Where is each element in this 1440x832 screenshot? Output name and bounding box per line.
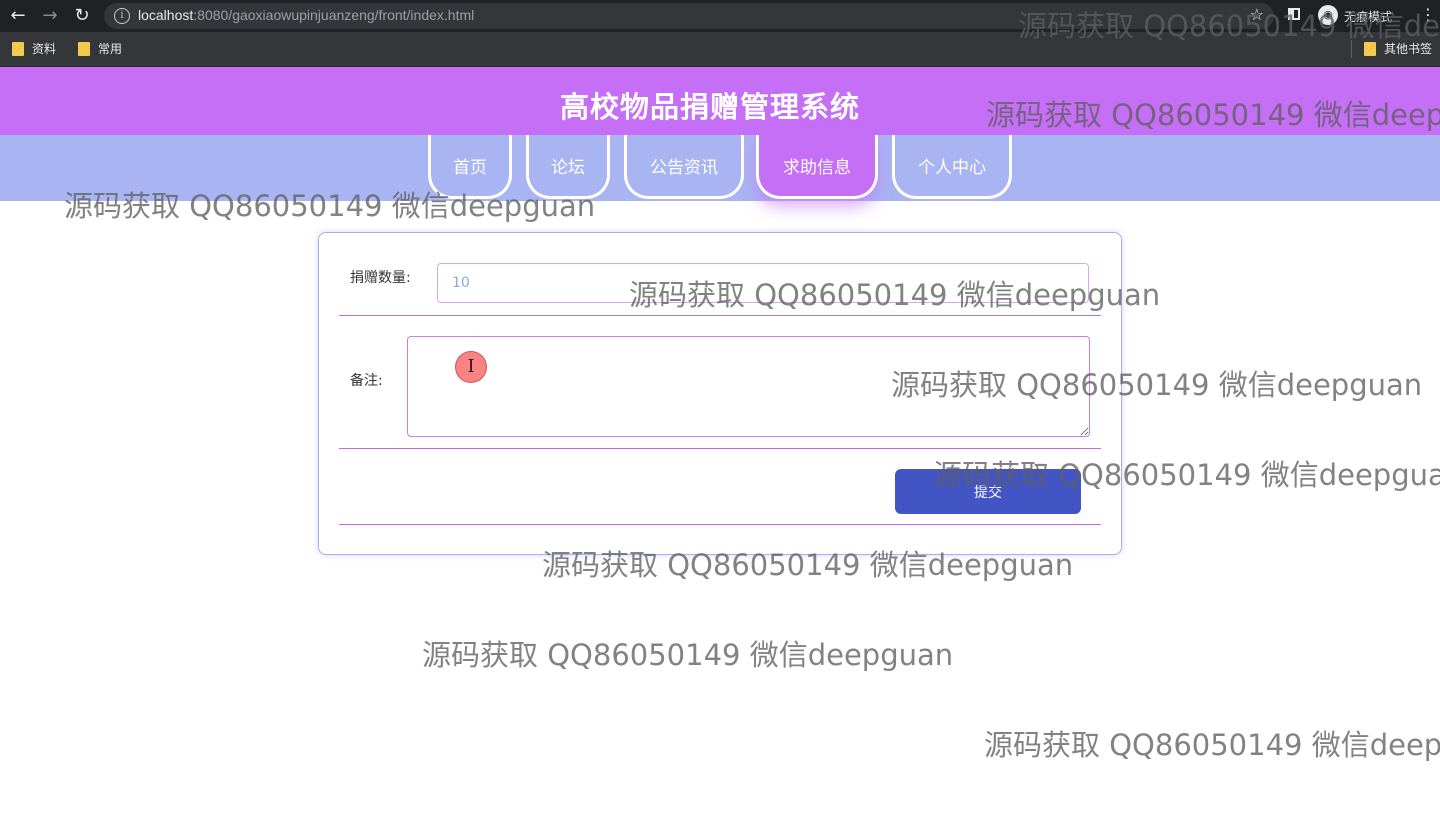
note-textarea[interactable] — [407, 336, 1090, 437]
browser-toolbar: ← → ↻ i localhost:8080/gaoxiaowupinjuanz… — [0, 0, 1440, 32]
row-divider — [339, 315, 1101, 316]
watermark-text: 源码获取 QQ86050149 微信deepguan — [422, 638, 954, 672]
other-bookmarks-label: 其他书签 — [1384, 42, 1433, 56]
bookmark-folder[interactable]: 资料 — [12, 40, 56, 57]
nav-tab-profile[interactable]: 个人中心 — [892, 135, 1012, 199]
bookmark-label: 资料 — [32, 42, 57, 56]
back-arrow-icon[interactable]: ← — [6, 4, 30, 28]
url-path: :8080/gaoxiaowupinjuanzeng/front/index.h… — [193, 7, 475, 23]
reload-icon[interactable]: ↻ — [70, 4, 94, 28]
note-label: 备注: — [350, 373, 383, 389]
side-panel-icon[interactable] — [1288, 8, 1300, 20]
nav-tab-home[interactable]: 首页 — [428, 135, 512, 199]
bookmarks-divider — [1351, 40, 1352, 58]
text-cursor-icon: I — [455, 351, 487, 383]
url-host: localhost — [138, 7, 194, 23]
submit-button[interactable]: 提交 — [895, 469, 1081, 514]
forward-arrow-icon[interactable]: → — [38, 4, 62, 28]
watermark-text: 源码获取 QQ86050149 微信deepguan — [984, 728, 1440, 762]
quantity-input[interactable] — [437, 263, 1089, 303]
folder-icon — [12, 41, 24, 56]
bookmark-label: 常用 — [98, 42, 123, 56]
bookmarks-bar: 资料 常用 其他书签 — [0, 32, 1440, 67]
nav-tab-news[interactable]: 公告资讯 — [624, 135, 744, 199]
donation-form-card: 捐赠数量: 备注: 提交 — [318, 232, 1122, 555]
nav-tab-help-info[interactable]: 求助信息 — [756, 135, 878, 199]
bookmark-folder[interactable]: 常用 — [78, 40, 122, 57]
browser-actions: ◉ 无痕模式 ⋮ — [1282, 0, 1440, 32]
site-header: 高校物品捐赠管理系统 — [0, 67, 1440, 135]
address-url[interactable]: localhost:8080/gaoxiaowupinjuanzeng/fron… — [138, 7, 474, 23]
nav-tab-forum[interactable]: 论坛 — [526, 135, 610, 199]
site-title: 高校物品捐赠管理系统 — [559, 90, 860, 124]
folder-icon — [78, 41, 90, 56]
address-bar[interactable]: i localhost:8080/gaoxiaowupinjuanzeng/fr… — [104, 3, 1274, 29]
browser-menu-icon[interactable]: ⋮ — [1420, 5, 1436, 24]
other-bookmarks[interactable]: 其他书签 — [1364, 40, 1432, 57]
folder-icon — [1364, 41, 1376, 56]
bookmark-star-icon[interactable]: ☆ — [1250, 5, 1264, 24]
incognito-label[interactable]: 无痕模式 — [1344, 8, 1392, 25]
row-divider — [339, 448, 1101, 449]
quantity-label: 捐赠数量: — [350, 270, 411, 286]
site-info-icon[interactable]: i — [114, 8, 130, 24]
incognito-icon[interactable]: ◉ — [1318, 5, 1338, 25]
row-divider — [339, 524, 1101, 525]
